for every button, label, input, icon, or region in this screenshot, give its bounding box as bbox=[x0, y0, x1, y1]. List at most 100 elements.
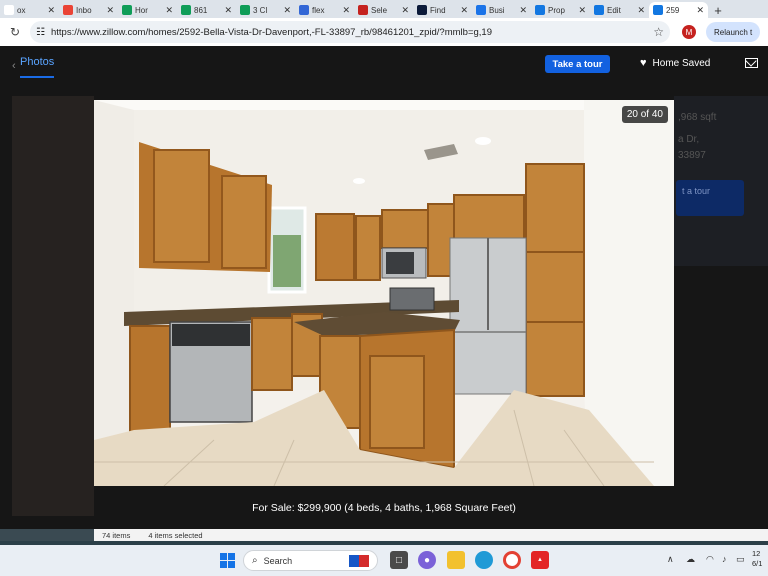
browser-tab-label: Inbo bbox=[76, 5, 92, 15]
browser-tab-label: ox bbox=[17, 5, 26, 15]
close-icon[interactable]: ✕ bbox=[47, 5, 55, 16]
close-icon[interactable]: ✕ bbox=[578, 5, 586, 16]
browser-tab-4[interactable]: 3 Cl ✕ bbox=[236, 2, 295, 18]
close-icon[interactable]: ✕ bbox=[401, 5, 409, 16]
browser-tab-label: 259 bbox=[666, 5, 680, 15]
explorer-status-thumbnail bbox=[0, 529, 94, 541]
tab-photos[interactable]: Photos bbox=[20, 56, 55, 78]
browser-tab-3[interactable]: 861 ✕ bbox=[177, 2, 236, 18]
select-icon bbox=[358, 5, 368, 15]
zillow-icon bbox=[535, 5, 545, 15]
browser-tab-10[interactable]: Edit ✕ bbox=[590, 2, 649, 18]
browser-tab-label: Find bbox=[430, 5, 446, 15]
tray-cloud-icon[interactable]: ☁ bbox=[686, 554, 695, 565]
browser-tab-label: Hor bbox=[135, 5, 148, 15]
browser-tab-strip: ox ✕ Inbo ✕ Hor ✕ 861 ✕ 3 Cl ✕ flex ✕ Sele ✕ Find ✕ Busi… bbox=[0, 0, 768, 18]
chrome-icon[interactable] bbox=[503, 551, 521, 569]
flex-icon bbox=[299, 5, 309, 15]
browser-tab-0[interactable]: ox ✕ bbox=[0, 2, 59, 18]
kitchen-photo[interactable]: 20 of 40 bbox=[94, 100, 674, 486]
taskbar-search[interactable]: ⌕ Search bbox=[243, 550, 378, 571]
profile-avatar[interactable]: M bbox=[682, 25, 696, 39]
share-mail-icon[interactable] bbox=[745, 58, 758, 68]
close-icon[interactable]: ✕ bbox=[224, 5, 232, 16]
explorer-item-count: 74 items bbox=[102, 530, 131, 540]
close-icon[interactable]: ✕ bbox=[342, 5, 350, 16]
background-sqft: ,968 sqft bbox=[678, 112, 717, 123]
address-bar[interactable]: ☷ https://www.zillow.com/homes/2592-Bell… bbox=[30, 21, 670, 43]
browser-tab-8[interactable]: Busi ✕ bbox=[472, 2, 531, 18]
close-icon[interactable]: ✕ bbox=[637, 5, 645, 16]
taskbar-search-label: Search bbox=[263, 555, 293, 566]
close-icon[interactable]: ✕ bbox=[519, 5, 527, 16]
search-highlight-icon bbox=[349, 554, 369, 567]
clock-time: 12 bbox=[752, 549, 761, 558]
background-page-left bbox=[12, 96, 94, 516]
close-icon[interactable]: ✕ bbox=[165, 5, 173, 16]
explorer-status-bar: 74 items 4 items selected bbox=[0, 529, 768, 541]
background-tour-button: t a tour bbox=[676, 180, 744, 216]
browser-tab-label: Sele bbox=[371, 5, 388, 15]
edge-icon[interactable] bbox=[475, 551, 493, 569]
relaunch-button[interactable]: Relaunch t bbox=[706, 22, 761, 42]
browser-tab-label: Prop bbox=[548, 5, 565, 15]
home-saved-label: Home Saved bbox=[652, 57, 711, 69]
windows-start-icon[interactable] bbox=[220, 553, 235, 568]
tray-chevron-icon[interactable]: ∧ bbox=[667, 554, 674, 565]
browser-tab-6[interactable]: Sele ✕ bbox=[354, 2, 413, 18]
find-icon bbox=[417, 5, 427, 15]
browser-tab-label: 861 bbox=[194, 5, 208, 15]
close-icon[interactable]: ✕ bbox=[106, 5, 114, 16]
teams-icon[interactable]: ● bbox=[418, 551, 436, 569]
site-info-icon[interactable]: ☷ bbox=[36, 27, 45, 38]
browser-toolbar: ↻ ☷ https://www.zillow.com/homes/2592-Be… bbox=[0, 18, 768, 46]
browser-tab-label: Busi bbox=[489, 5, 505, 15]
pdf-app-icon[interactable]: ▲ bbox=[531, 551, 549, 569]
close-icon[interactable]: ✕ bbox=[696, 5, 704, 16]
background-zip: 33897 bbox=[678, 150, 706, 161]
battery-icon[interactable]: ▭ bbox=[736, 554, 745, 565]
listing-caption: For Sale: $299,900 (4 beds, 4 baths, 1,9… bbox=[252, 502, 516, 514]
taskbar-clock[interactable]: 12 6/1 bbox=[752, 549, 762, 569]
back-arrow-icon[interactable]: ‹ bbox=[12, 60, 16, 72]
take-tour-button[interactable]: Take a tour bbox=[545, 55, 610, 73]
photo-counter: 20 of 40 bbox=[621, 106, 668, 123]
reload-icon[interactable]: ↻ bbox=[6, 23, 24, 41]
clock-date: 6/1 bbox=[752, 559, 763, 568]
wifi-icon[interactable]: ◠ bbox=[706, 554, 714, 565]
new-tab-button[interactable]: + bbox=[708, 2, 728, 18]
volume-icon[interactable]: ♪ bbox=[722, 554, 727, 564]
task-view-icon[interactable]: □ bbox=[390, 551, 408, 569]
file-explorer-icon[interactable] bbox=[447, 551, 465, 569]
home-saved-button[interactable]: ♥ Home Saved bbox=[640, 57, 710, 69]
drive-icon bbox=[122, 5, 132, 15]
zillow-icon bbox=[653, 5, 663, 15]
browser-tab-label: 3 Cl bbox=[253, 5, 268, 15]
background-tour-label: t a tour bbox=[682, 186, 711, 196]
browser-tab-7[interactable]: Find ✕ bbox=[413, 2, 472, 18]
browser-tab-2[interactable]: Hor ✕ bbox=[118, 2, 177, 18]
sheets-icon bbox=[181, 5, 191, 15]
browser-tab-label: Edit bbox=[607, 5, 621, 15]
zillow-icon bbox=[594, 5, 604, 15]
business-icon bbox=[476, 5, 486, 15]
gmail-icon bbox=[63, 5, 73, 15]
close-icon[interactable]: ✕ bbox=[283, 5, 291, 16]
address-url: https://www.zillow.com/homes/2592-Bella-… bbox=[50, 26, 492, 38]
bookmark-star-icon[interactable]: ☆ bbox=[653, 25, 664, 39]
browser-tab-11[interactable]: 259 ✕ bbox=[649, 2, 708, 18]
browser-tab-label: flex bbox=[312, 5, 325, 15]
tab-favicon bbox=[4, 5, 14, 15]
heart-icon: ♥ bbox=[640, 57, 647, 69]
sheets-icon bbox=[240, 5, 250, 15]
browser-tab-5[interactable]: flex ✕ bbox=[295, 2, 354, 18]
browser-tab-9[interactable]: Prop ✕ bbox=[531, 2, 590, 18]
kitchen-illustration bbox=[94, 100, 674, 486]
explorer-selected-count: 4 items selected bbox=[148, 530, 203, 540]
close-icon[interactable]: ✕ bbox=[460, 5, 468, 16]
zillow-photo-viewer: ,968 sqft a Dr, 33897 t a tour ‹ Photos … bbox=[0, 46, 768, 529]
browser-tab-1[interactable]: Inbo ✕ bbox=[59, 2, 118, 18]
windows-taskbar bbox=[0, 545, 768, 576]
background-street: a Dr, bbox=[678, 134, 700, 145]
search-icon: ⌕ bbox=[252, 555, 258, 566]
